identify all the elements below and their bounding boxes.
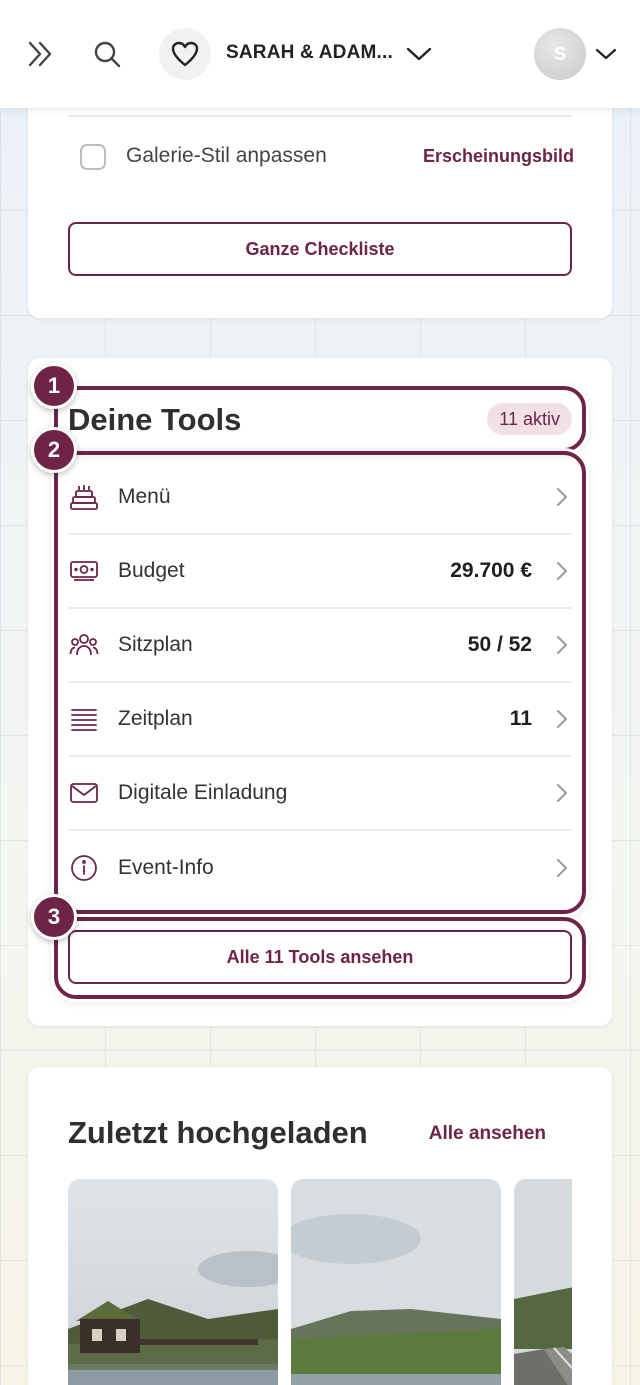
tool-row-seating[interactable]: Sitzplan 50 / 52 (68, 609, 572, 683)
tools-title: Deine Tools (68, 402, 242, 437)
tool-row-invitation[interactable]: Digitale Einladung (68, 757, 572, 831)
step-marker-2: 2 (31, 427, 77, 473)
tool-label: Budget (118, 559, 185, 582)
chevron-right-icon (552, 633, 572, 657)
tool-value: 50 / 52 (467, 633, 532, 656)
chevron-down-icon[interactable] (404, 40, 434, 68)
tool-row-schedule[interactable]: Zeitplan 11 (68, 683, 572, 757)
top-bar: SARAH & ADAM... S (0, 0, 640, 108)
tool-list: Menü Budget 29.700 € Sitzplan 50 / 52 Ze… (68, 461, 572, 905)
see-all-link[interactable]: Alle ansehen (429, 1123, 546, 1145)
envelope-icon (68, 777, 100, 809)
chevron-down-icon[interactable] (592, 40, 620, 68)
chevron-right-icon (552, 485, 572, 509)
tool-label: Digitale Einladung (118, 781, 288, 804)
photo-thumbnail[interactable] (291, 1179, 501, 1385)
uploads-title: Zuletzt hochgeladen (68, 1115, 368, 1150)
checklist-item: Galerie-Stil anpassen Erscheinungsbild (80, 142, 574, 172)
tool-row-menu[interactable]: Menü (68, 461, 572, 535)
chevron-right-icon (552, 559, 572, 583)
money-icon (68, 555, 100, 587)
chevron-right-icon (552, 707, 572, 731)
avatar[interactable]: S (534, 28, 586, 80)
step-marker-3: 3 (31, 894, 77, 940)
heart-icon[interactable] (159, 28, 211, 80)
checklist-checkbox[interactable] (80, 144, 106, 170)
info-icon (68, 852, 100, 884)
tool-label: Zeitplan (118, 707, 193, 730)
tool-label: Sitzplan (118, 633, 193, 656)
search-icon[interactable] (88, 36, 126, 72)
checklist-item-category: Erscheinungsbild (422, 146, 574, 166)
tools-card: Deine Tools 11 aktiv Menü Budget 29.700 … (28, 358, 612, 1026)
tool-label: Menü (118, 485, 171, 508)
uploads-card: Zuletzt hochgeladen Alle ansehen (28, 1067, 612, 1385)
chevron-right-icon (552, 856, 572, 880)
photo-thumbnail[interactable] (68, 1179, 278, 1385)
step-marker-1: 1 (31, 363, 77, 409)
divider (68, 115, 572, 117)
tool-label: Event-Info (118, 856, 214, 879)
tool-value: 29.700 € (450, 559, 532, 582)
tool-row-budget[interactable]: Budget 29.700 € (68, 535, 572, 609)
tools-active-badge: 11 aktiv (487, 403, 572, 435)
expand-sidebar-icon[interactable] (22, 36, 60, 72)
photo-strip[interactable] (68, 1179, 572, 1385)
tool-value: 11 (509, 707, 532, 730)
checklist-item-label: Galerie-Stil anpassen (126, 144, 327, 167)
people-icon (68, 629, 100, 661)
list-lines-icon (68, 703, 100, 735)
cake-icon (68, 481, 100, 513)
photo-thumbnail[interactable] (514, 1179, 572, 1385)
all-tools-button[interactable]: Alle 11 Tools ansehen (68, 930, 572, 984)
checklist-card: Galerie-Stil anpassen Erscheinungsbild G… (28, 80, 612, 318)
chevron-right-icon (552, 781, 572, 805)
couple-name[interactable]: SARAH & ADAM... (226, 42, 393, 64)
full-checklist-button[interactable]: Ganze Checkliste (68, 222, 572, 276)
tool-row-event-info[interactable]: Event-Info (68, 831, 572, 905)
